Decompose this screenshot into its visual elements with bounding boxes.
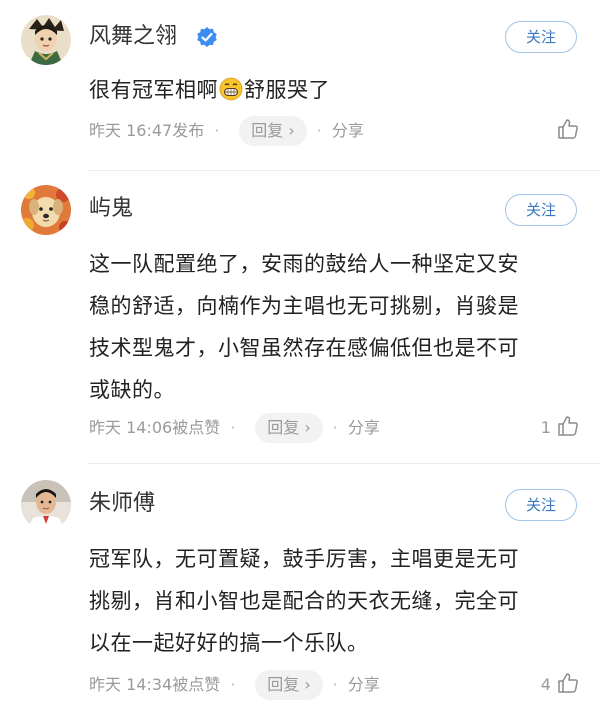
comment-time: 昨天 14:06被点赞 bbox=[89, 418, 221, 437]
comment-text-line: 这一队配置绝了，安雨的鼓给人一种坚定又安 bbox=[89, 252, 519, 276]
username[interactable]: 风舞之翎 bbox=[89, 23, 177, 51]
like-count: 1 bbox=[540, 418, 551, 437]
comment-item: 屿鬼 关注 这一队配置绝了，安雨的鼓给人一种坚定又安 稳的舒适，向楠作为主唱也无… bbox=[0, 170, 600, 463]
comment-item: 风舞之翎 关注 很有冠军相啊 舒服哭了 昨天 16:47发布 · 回复 › · 分享 bbox=[0, 0, 600, 170]
share-button[interactable]: 分享 bbox=[348, 670, 380, 700]
thumbs-up-icon bbox=[558, 673, 578, 693]
separator-dot: · bbox=[230, 675, 236, 694]
thumbs-up-icon bbox=[558, 416, 578, 436]
comment-item: 朱师傅 关注 冠军队，无可置疑，鼓手厉害，主唱更是无可 挑剔，肖和小智也是配合的… bbox=[0, 463, 600, 709]
comment-text-line: 冠军队，无可置疑，鼓手厉害，主唱更是无可 bbox=[89, 547, 519, 571]
avatar[interactable] bbox=[21, 15, 71, 65]
comment-time: 昨天 16:47发布 bbox=[89, 121, 205, 140]
comment-time: 昨天 14:34被点赞 bbox=[89, 675, 221, 694]
follow-button[interactable]: 关注 bbox=[505, 194, 577, 226]
separator-dot: · bbox=[214, 121, 220, 140]
share-button[interactable]: 分享 bbox=[348, 413, 380, 443]
like-count: 4 bbox=[540, 675, 551, 694]
comment-meta: 昨天 14:06被点赞 · 回复 › · 分享 bbox=[89, 413, 380, 443]
separator-dot: · bbox=[316, 121, 322, 140]
comment-text-line: 或缺的。 bbox=[89, 378, 175, 402]
separator-dot: · bbox=[230, 418, 236, 437]
comment-text: 冠军队，无可置疑，鼓手厉害，主唱更是无可 挑剔，肖和小智也是配合的天衣无缝，完全… bbox=[89, 538, 589, 664]
comment-text-line: 以在一起好好的搞一个乐队。 bbox=[89, 631, 369, 655]
avatar[interactable] bbox=[21, 185, 71, 235]
grinning-emoji-icon bbox=[219, 73, 243, 101]
like-button[interactable]: 1 bbox=[541, 413, 580, 443]
separator-dot: · bbox=[332, 418, 338, 437]
comment-text-part: 舒服哭了 bbox=[244, 78, 330, 102]
like-button[interactable] bbox=[556, 116, 580, 146]
comment-text-line: 稳的舒适，向楠作为主唱也无可挑剔，肖骏是 bbox=[89, 294, 519, 318]
comment-list: 风舞之翎 关注 很有冠军相啊 舒服哭了 昨天 16:47发布 · 回复 › · 分享 bbox=[0, 0, 600, 709]
reply-button[interactable]: 回复 › bbox=[255, 413, 323, 443]
username[interactable]: 屿鬼 bbox=[89, 195, 133, 223]
share-button[interactable]: 分享 bbox=[332, 116, 364, 146]
comment-text: 很有冠军相啊 舒服哭了 bbox=[89, 69, 589, 111]
comment-text-part: 很有冠军相啊 bbox=[89, 78, 218, 102]
avatar[interactable] bbox=[21, 480, 71, 530]
follow-button[interactable]: 关注 bbox=[505, 21, 577, 53]
comment-meta: 昨天 16:47发布 · 回复 › · 分享 bbox=[89, 116, 364, 146]
verified-badge-icon bbox=[196, 26, 218, 48]
comment-text-line: 技术型鬼才，小智虽然存在感偏低但也是不可 bbox=[89, 336, 519, 360]
username[interactable]: 朱师傅 bbox=[89, 490, 155, 518]
comment-text-line: 挑剔，肖和小智也是配合的天衣无缝，完全可 bbox=[89, 589, 519, 613]
like-button[interactable]: 4 bbox=[541, 670, 580, 700]
comment-text: 这一队配置绝了，安雨的鼓给人一种坚定又安 稳的舒适，向楠作为主唱也无可挑剔，肖骏… bbox=[89, 243, 589, 411]
reply-button[interactable]: 回复 › bbox=[255, 670, 323, 700]
thumbs-up-icon bbox=[558, 119, 578, 139]
reply-button[interactable]: 回复 › bbox=[239, 116, 307, 146]
separator-dot: · bbox=[332, 675, 338, 694]
comment-meta: 昨天 14:34被点赞 · 回复 › · 分享 bbox=[89, 670, 380, 700]
follow-button[interactable]: 关注 bbox=[505, 489, 577, 521]
